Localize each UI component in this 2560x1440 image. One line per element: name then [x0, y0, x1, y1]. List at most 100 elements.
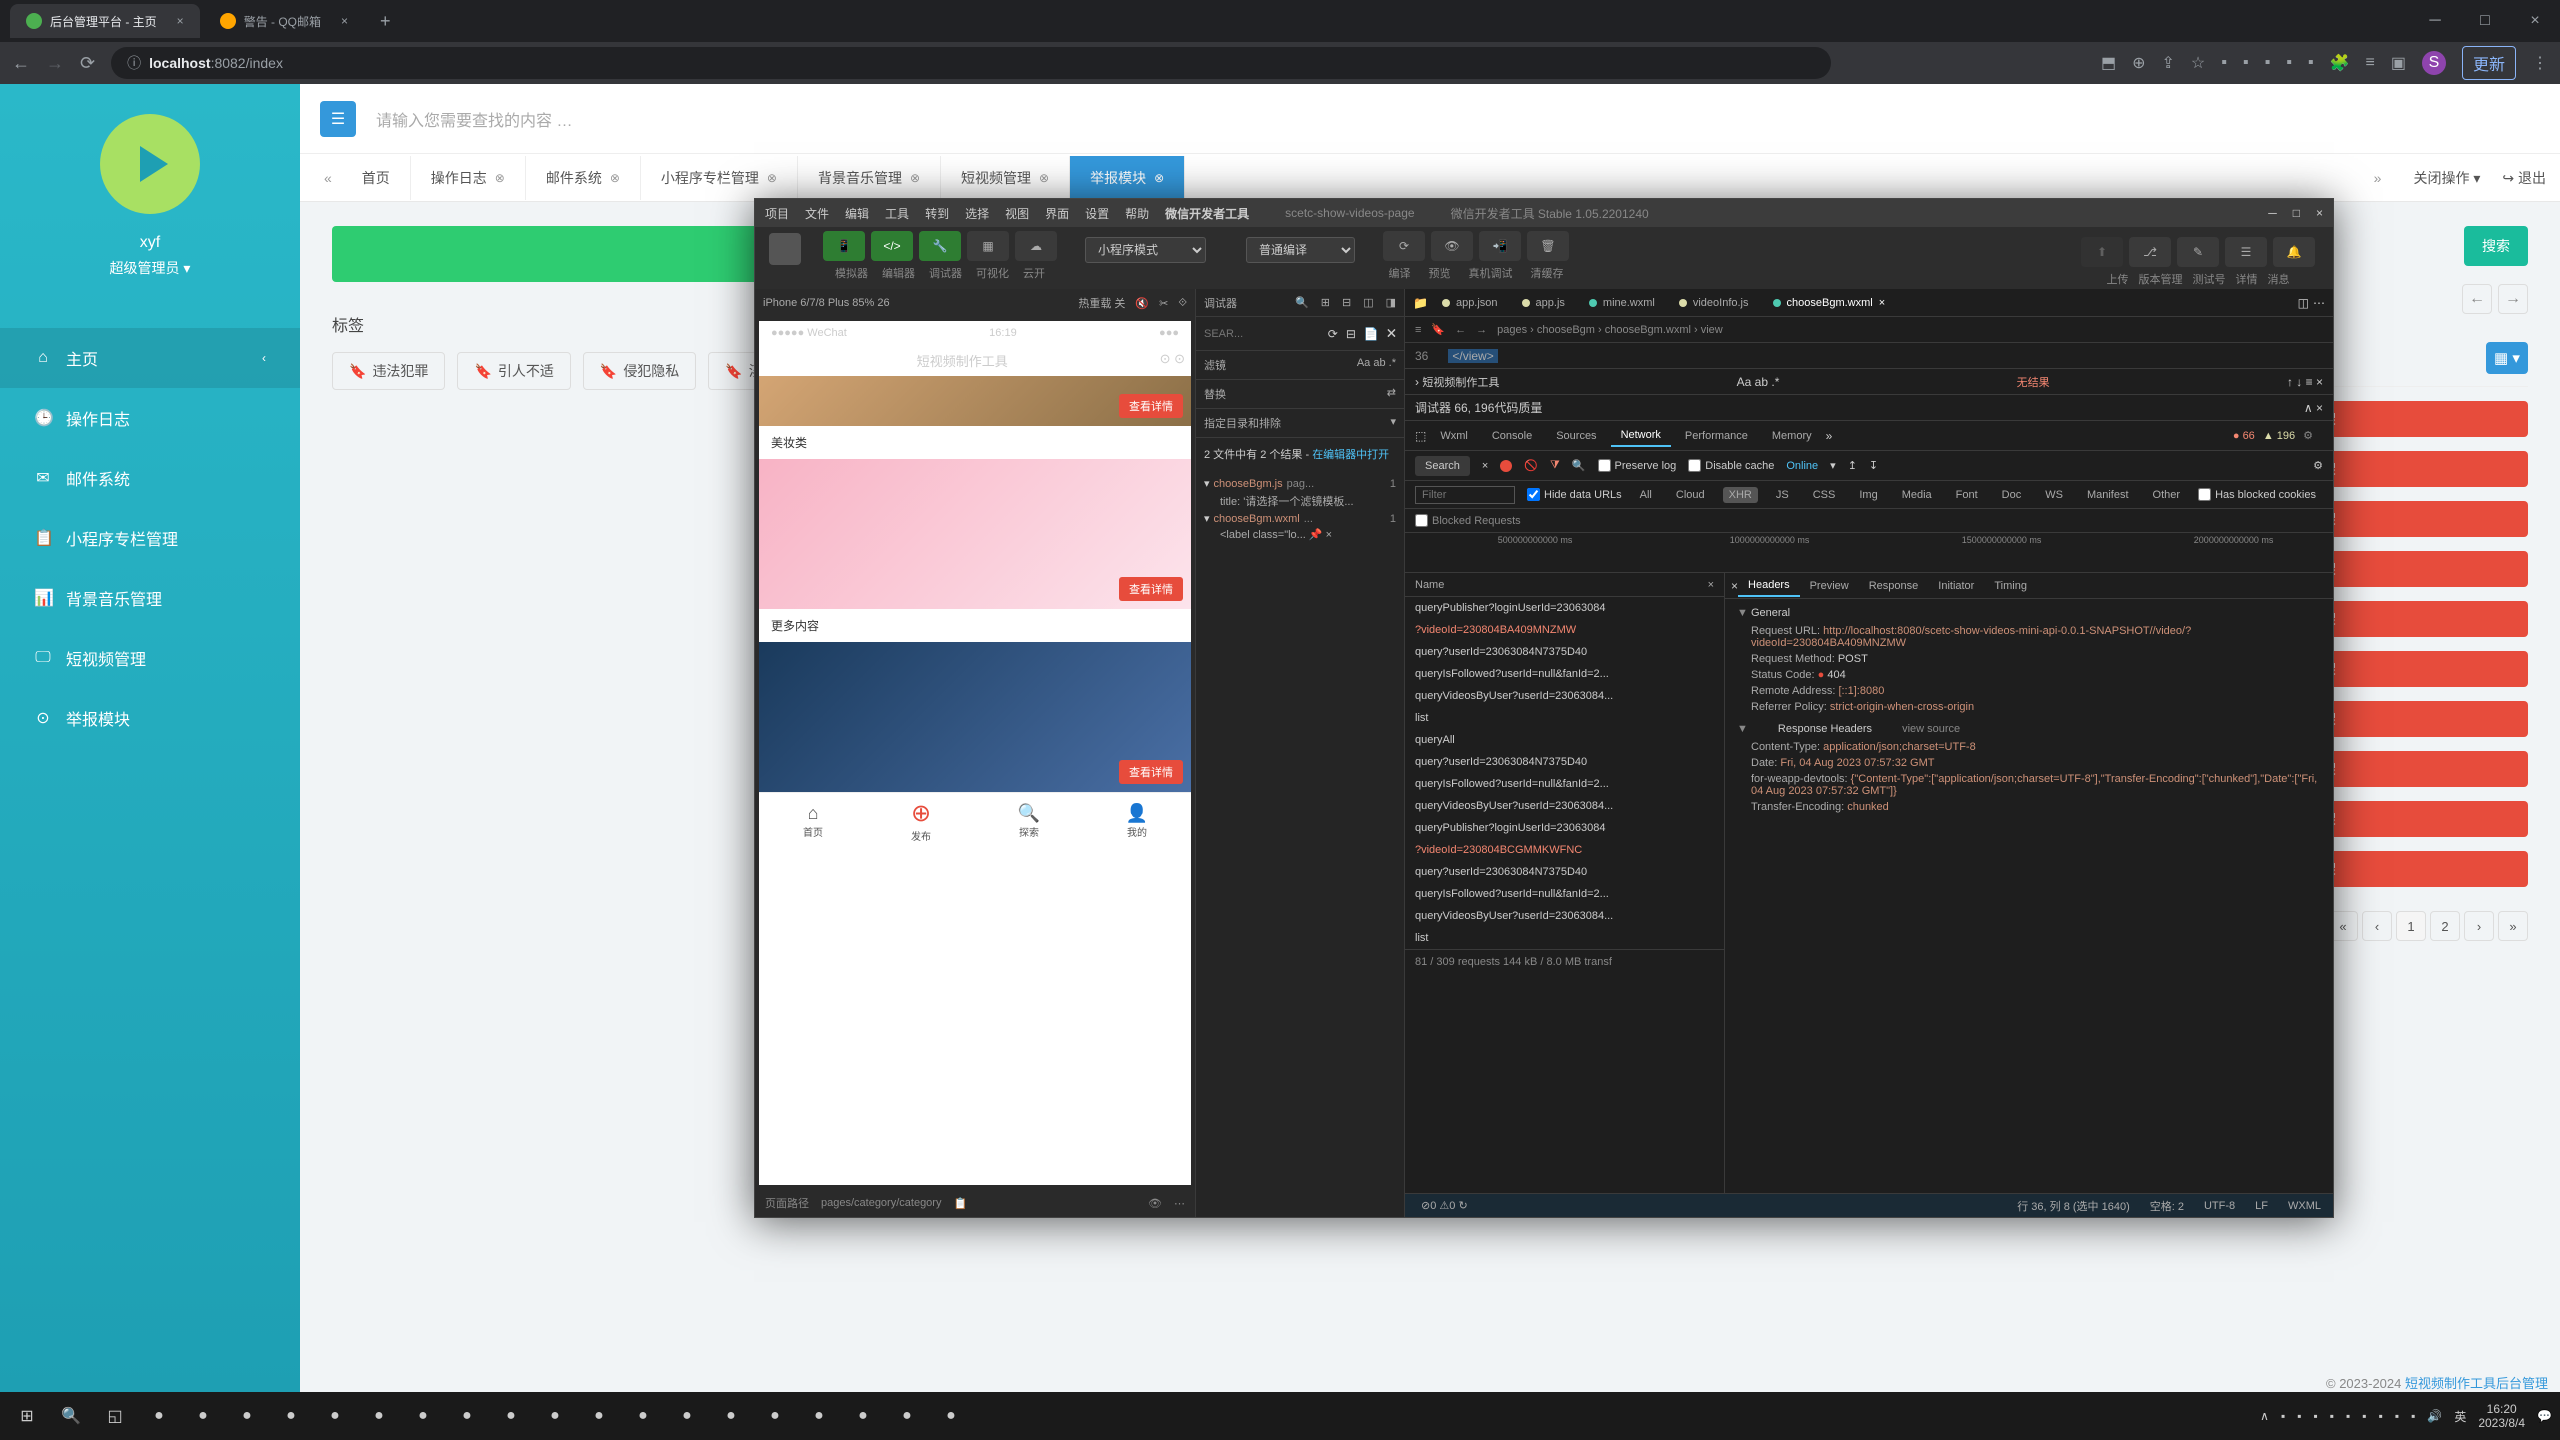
taskbar-app[interactable]: ● [184, 1397, 222, 1435]
cursor-position[interactable]: 调试器 66, 196 [1415, 399, 1494, 416]
sidebar-item-mail[interactable]: ✉邮件系统 [0, 448, 300, 508]
cloud-button[interactable]: ☁ [1015, 231, 1057, 261]
clear-icon[interactable]: 🚫 [1524, 459, 1538, 472]
network-request-row[interactable]: list [1405, 707, 1724, 729]
menu-item[interactable]: 视图 [1005, 205, 1029, 222]
filter-chip-css[interactable]: CSS [1807, 487, 1842, 503]
regex-toggle[interactable]: .* [1771, 375, 1779, 389]
tag-item[interactable]: 🔖违法犯罪 [332, 352, 445, 390]
pin-icon[interactable]: 📌 [1309, 529, 1323, 541]
network-request-row[interactable]: query?userId=23063084N7375D40 [1405, 861, 1724, 883]
menu-icon[interactable]: ⋮ [2532, 53, 2548, 73]
taskbar-app[interactable]: ● [668, 1397, 706, 1435]
sidebar-item-home[interactable]: ⌂主页‹ [0, 328, 300, 388]
ext-icon[interactable]: ▪ [2243, 54, 2249, 72]
case-toggle[interactable]: Aa [1357, 357, 1370, 369]
encoding-indicator[interactable]: UTF-8 [2204, 1200, 2235, 1212]
throttling-select[interactable]: Online [1786, 460, 1818, 472]
close-operations-dropdown[interactable]: 关闭操作 ▾ [2413, 168, 2480, 188]
network-request-row[interactable]: ?videoId=230804BCGMMKWFNC [1405, 839, 1724, 861]
sidebar-toggle-button[interactable]: ☰ [320, 101, 356, 137]
tray-icon[interactable]: ▪ [2362, 1409, 2366, 1423]
breadcrumb-path[interactable]: pages › chooseBgm › chooseBgm.wxml › vie… [1497, 324, 1723, 336]
tab-close-icon[interactable]: × [341, 14, 348, 28]
refresh-icon[interactable]: ⟳ [1328, 327, 1338, 341]
page-next[interactable]: › [2464, 911, 2494, 941]
taskbar-app[interactable]: ● [492, 1397, 530, 1435]
layout-icon[interactable]: ◫ [1363, 296, 1373, 309]
replace-toggle[interactable]: ⇄ [1387, 386, 1396, 402]
network-request-row[interactable]: queryPublisher?loginUserId=23063084 [1405, 597, 1724, 619]
filter-chip-other[interactable]: Other [2147, 487, 2187, 503]
general-section[interactable]: General [1737, 607, 2321, 619]
tray-icon[interactable]: ▪ [2346, 1409, 2350, 1423]
filter-chip-all[interactable]: All [1634, 487, 1658, 503]
network-request-row[interactable]: queryVideosByUser?userId=23063084... [1405, 795, 1724, 817]
menu-item[interactable]: 文件 [805, 205, 829, 222]
device-select[interactable]: iPhone 6/7/8 Plus 85% 26 [763, 297, 890, 309]
close-icon[interactable]: × [2316, 401, 2323, 415]
tabs-scroll-right[interactable]: » [2364, 170, 2392, 186]
error-count[interactable]: ● 66 [2233, 430, 2255, 442]
taskbar-app[interactable]: ● [360, 1397, 398, 1435]
maximize-icon[interactable]: □ [2293, 206, 2300, 220]
search-icon[interactable]: 🔍 [1572, 459, 1586, 472]
detail-button[interactable]: 查看详情 [1119, 394, 1183, 418]
tray-icon[interactable]: ▪ [2379, 1409, 2383, 1423]
taskbar-app[interactable]: ● [624, 1397, 662, 1435]
preview-button[interactable]: 👁 [1431, 231, 1473, 261]
code-content[interactable]: </view> [1448, 349, 1497, 363]
phone-nav-home[interactable]: ⌂首页 [759, 793, 867, 848]
ext-icon[interactable]: ▪ [2286, 54, 2292, 72]
taskbar-app[interactable]: ● [756, 1397, 794, 1435]
taskbar-app[interactable]: ● [932, 1397, 970, 1435]
clear-cache-button[interactable]: 🗑 [1527, 231, 1569, 261]
filter-chip-img[interactable]: Img [1853, 487, 1883, 503]
url-input[interactable]: ⓘ localhost:8082/index [111, 47, 1831, 79]
tray-icon[interactable]: ▪ [2330, 1409, 2334, 1423]
filter-chip-js[interactable]: JS [1770, 487, 1795, 503]
editor-tab[interactable]: mine.wxml [1579, 293, 1665, 313]
response-headers-section[interactable]: Response Headers [1778, 723, 1872, 735]
close-icon[interactable]: × [1879, 297, 1885, 309]
sim-tool-icon[interactable]: 🔇 [1135, 297, 1149, 310]
sim-tool-icon[interactable]: ⟐ [1178, 297, 1187, 310]
tabs-scroll-left[interactable]: « [314, 170, 342, 186]
simulator-button[interactable]: 📱 [823, 231, 865, 261]
detail-button[interactable]: ☰ [2225, 237, 2267, 267]
network-request-row[interactable]: query?userId=23063084N7375D40 [1405, 641, 1724, 663]
view-source-link[interactable]: view source [1902, 723, 1960, 735]
tree-match[interactable]: title: '请选择一个滤镜模板... [1204, 493, 1396, 509]
search-input[interactable]: 请输入您需要查找的内容 … [376, 107, 572, 131]
more-icon[interactable]: ⋯ [1174, 1197, 1185, 1210]
new-tab-button[interactable]: + [368, 11, 403, 32]
sidebar-item-column[interactable]: 📋小程序专栏管理 [0, 508, 300, 568]
sidebar-item-music[interactable]: 📊背景音乐管理 [0, 568, 300, 628]
more-tabs-icon[interactable]: » [1826, 429, 1833, 443]
tray-icon[interactable]: ▪ [2411, 1409, 2415, 1423]
download-icon[interactable]: ↧ [1869, 459, 1878, 472]
tree-file[interactable]: ▾ chooseBgm.js pag...1 [1204, 474, 1396, 493]
phone-card-image[interactable]: 查看详情 [759, 376, 1191, 426]
collapse-icon[interactable]: ⊟ [1346, 327, 1356, 341]
menu-item[interactable]: 选择 [965, 205, 989, 222]
record-button[interactable] [1500, 460, 1512, 472]
network-request-row[interactable]: queryAll [1405, 729, 1724, 751]
debugger-tab-wxml[interactable]: Wxml [1430, 426, 1478, 446]
minimize-button[interactable]: ─ [2410, 0, 2460, 42]
site-info-icon[interactable]: ⓘ [127, 53, 141, 73]
filter-chip-media[interactable]: Media [1896, 487, 1938, 503]
panel-tab[interactable]: 调试器 [1204, 295, 1237, 311]
search-input[interactable] [1204, 328, 1274, 340]
menu-item[interactable]: 转到 [925, 205, 949, 222]
filter-chip-cloud[interactable]: Cloud [1670, 487, 1711, 503]
code-line[interactable]: 36</view> [1405, 343, 2333, 369]
layout-icon[interactable]: ◨ [1386, 296, 1396, 309]
task-view-icon[interactable]: ◱ [96, 1397, 134, 1435]
warning-icon[interactable]: ⊘0 ⚠0 [1421, 1200, 1455, 1212]
phone-card-image[interactable]: 查看详情 [759, 459, 1191, 609]
grid-view-button[interactable]: ▦ ▾ [2486, 342, 2528, 374]
find-input[interactable]: 短视频制作工具 [1422, 377, 1499, 389]
debugger-tab-console[interactable]: Console [1482, 426, 1542, 446]
menu-item[interactable]: 界面 [1045, 205, 1069, 222]
